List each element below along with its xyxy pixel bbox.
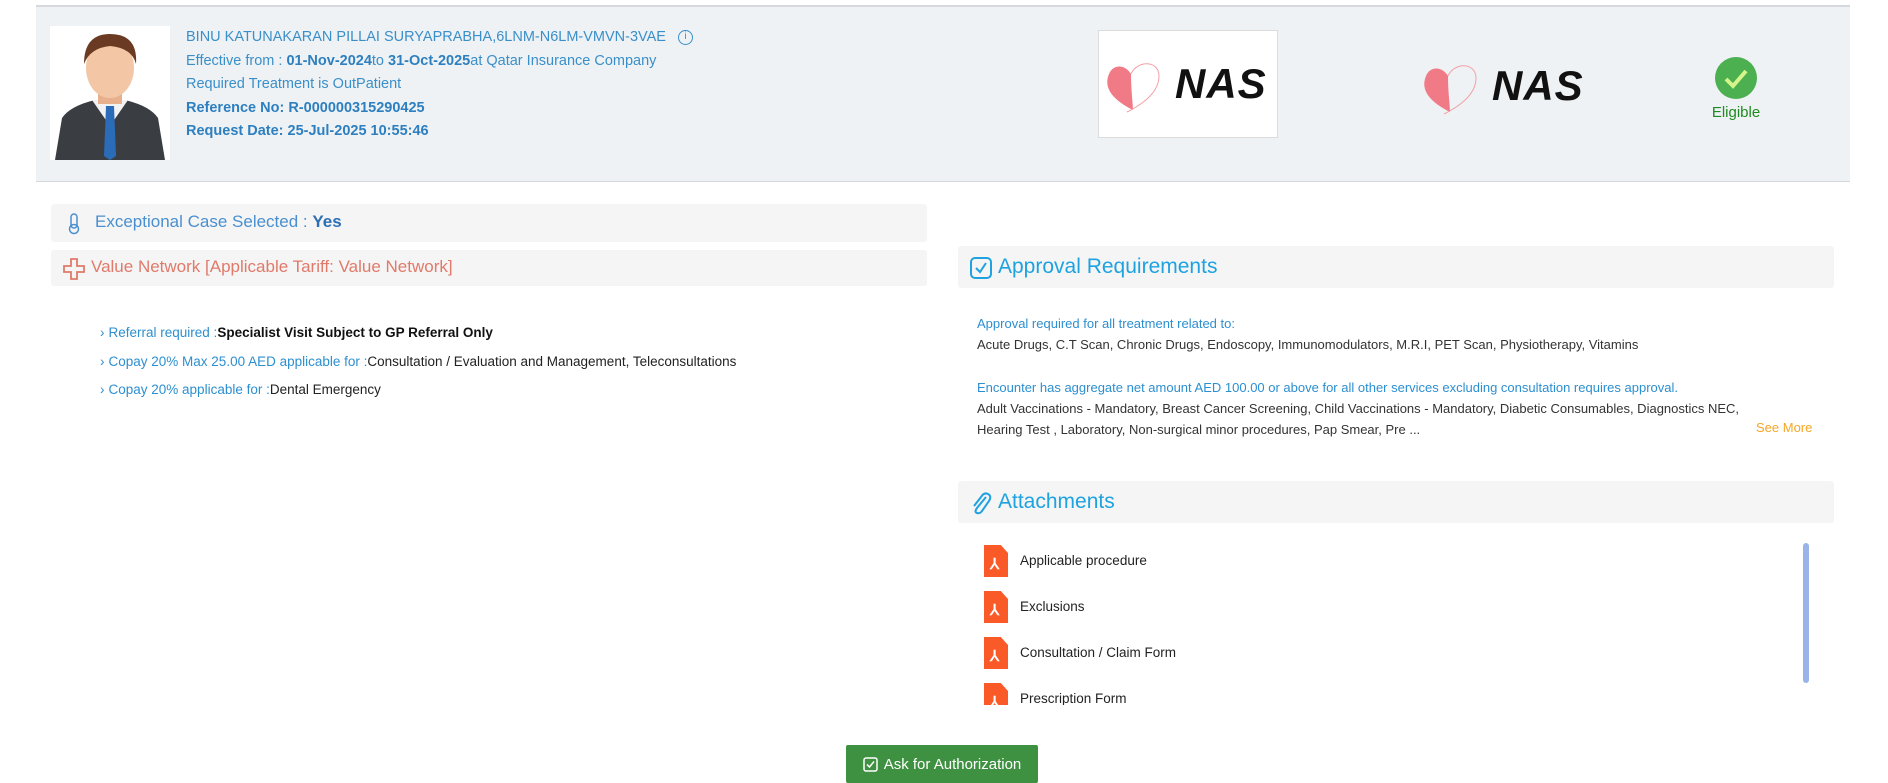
- thermometer-icon: [68, 213, 80, 235]
- eligibility-status: Eligible: [1706, 56, 1766, 121]
- benefits-list: › Referral required :Specialist Visit Sub…: [100, 325, 736, 411]
- network-label: Value Network [Applicable Tariff: Value …: [91, 257, 453, 276]
- approval-title: Approval Requirements: [998, 255, 1218, 278]
- logo-text: NAS: [1492, 62, 1584, 109]
- attachments-title: Attachments: [998, 490, 1115, 513]
- approval-header: Approval Requirements: [958, 246, 1834, 288]
- checkbox-icon: [862, 756, 878, 772]
- ask-authorization-label: Ask for Authorization: [883, 755, 1022, 773]
- pdf-icon: ⅄: [984, 637, 1008, 669]
- tpa-logo: NAS: [1420, 56, 1584, 116]
- chevron-right-icon: ›: [100, 353, 105, 369]
- chevron-right-icon: ›: [100, 382, 105, 397]
- exceptional-value: Yes: [312, 212, 342, 231]
- attachments-list: ⅄ Applicable procedure ⅄ Exclusions ⅄ Consu…: [984, 545, 1804, 705]
- request-date: Request Date: 25-Jul-2025 10:55:46: [186, 123, 429, 139]
- attachments-header: Attachments: [958, 481, 1834, 523]
- treatment-type: Required Treatment is OutPatient: [186, 76, 402, 92]
- reference-number: Reference No: R-000000315290425: [186, 99, 425, 116]
- heart-logo-icon: [1107, 63, 1160, 113]
- info-icon[interactable]: i: [678, 30, 693, 45]
- attachment-item[interactable]: ⅄ Exclusions: [984, 591, 1804, 637]
- attachment-item[interactable]: ⅄ Prescription Form: [984, 683, 1804, 705]
- network-row: Value Network [Applicable Tariff: Value …: [51, 250, 927, 286]
- approval-text: Acute Drugs, C.T Scan, Chronic Drugs, En…: [977, 337, 1639, 352]
- heart-logo-icon: [1424, 65, 1477, 115]
- approval-heading: Encounter has aggregate net amount AED 1…: [977, 380, 1678, 395]
- attachment-item[interactable]: ⅄ Applicable procedure: [984, 545, 1804, 591]
- member-avatar: [50, 26, 170, 160]
- benefit-item: › Referral required :Specialist Visit Sub…: [100, 325, 493, 340]
- chevron-right-icon: ›: [100, 325, 105, 340]
- member-info: BINU KATUNAKARAN PILLAI SURYAPRABHA,6LNM…: [186, 26, 693, 144]
- pdf-icon: ⅄: [984, 591, 1008, 623]
- check-circle-icon: [1715, 57, 1757, 99]
- benefit-item: › Copay 20% Max 25.00 AED applicable for …: [100, 353, 737, 369]
- approval-content: Approval required for all treatment rela…: [977, 313, 1797, 440]
- see-more-link[interactable]: See More: [1756, 420, 1812, 435]
- exceptional-label: Exceptional Case Selected :: [95, 212, 313, 231]
- payer-logo: NAS: [1098, 30, 1278, 138]
- pdf-icon: ⅄: [984, 683, 1008, 705]
- attachment-item[interactable]: ⅄ Consultation / Claim Form: [984, 637, 1804, 683]
- logo-text: NAS: [1175, 60, 1267, 107]
- ask-authorization-button[interactable]: Ask for Authorization: [846, 745, 1038, 783]
- approval-heading: Approval required for all treatment rela…: [977, 316, 1235, 331]
- benefit-item: › Copay 20% applicable for :Dental Emerge…: [100, 382, 381, 397]
- eligible-label: Eligible: [1711, 104, 1761, 121]
- paperclip-icon: [973, 492, 992, 515]
- effective-dates: Effective from : 01-Nov-2024to 31-Oct-20…: [186, 52, 657, 69]
- attachments-scrollbar[interactable]: [1803, 543, 1809, 683]
- member-name: BINU KATUNAKARAN PILLAI SURYAPRABHA,6LNM…: [186, 29, 666, 45]
- medical-cross-icon: [63, 258, 85, 280]
- pdf-icon: ⅄: [984, 545, 1008, 577]
- approval-text: Adult Vaccinations - Mandatory, Breast C…: [977, 401, 1740, 437]
- exceptional-case-row: Exceptional Case Selected : Yes: [51, 204, 927, 242]
- checkbox-icon: [970, 257, 992, 279]
